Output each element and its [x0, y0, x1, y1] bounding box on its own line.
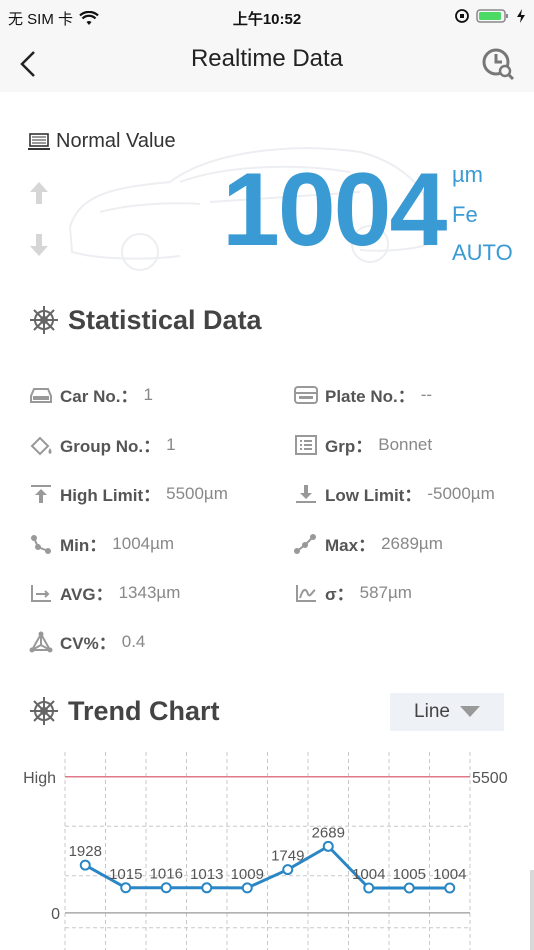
history-button[interactable] — [480, 46, 516, 82]
sigma-label: σ： — [325, 585, 354, 604]
grp-value: Bonnet — [378, 434, 433, 454]
data-point — [160, 882, 172, 894]
trend-header: Trend Chart — [28, 695, 220, 727]
high-limit-label: High Limit： — [60, 486, 161, 505]
car-icon — [30, 387, 52, 403]
data-label: 1004 — [352, 866, 385, 883]
reading-value: 1004 — [222, 152, 447, 268]
data-point — [322, 840, 334, 852]
data-label: 1004 — [433, 866, 466, 883]
group-no-label: Group No.： — [60, 437, 161, 456]
history-search-icon — [482, 48, 515, 81]
min-label: Min： — [60, 536, 107, 555]
data-label: 1013 — [190, 866, 223, 883]
normal-value-header: Normal Value — [28, 130, 176, 153]
stat-group-no: Group No.： 1 — [28, 432, 176, 457]
data-point — [282, 864, 294, 876]
chart-type-selected: Line — [414, 701, 450, 722]
reading-unit: µm — [452, 162, 484, 187]
low-limit-label: Low Limit： — [325, 486, 422, 505]
avg-icon — [31, 584, 51, 602]
data-label: 1749 — [271, 848, 304, 865]
low-limit-icon — [296, 484, 316, 503]
caret-down-icon — [459, 706, 480, 717]
car-no-label: Car No.： — [60, 387, 138, 406]
y-tick-label-zero: 0 — [51, 906, 60, 923]
stat-cv: CV%： 0.4 — [28, 629, 145, 654]
max-label: Max： — [325, 536, 376, 555]
avg-label: AVG： — [60, 585, 113, 604]
data-point — [120, 882, 132, 894]
y-tick-label-high: High — [23, 770, 56, 787]
data-point — [79, 859, 91, 871]
min-icon — [31, 534, 51, 554]
data-label: 1015 — [109, 866, 142, 883]
page-title: Realtime Data — [190, 45, 344, 72]
stat-grp: Grp： Bonnet — [293, 432, 432, 457]
data-point — [201, 882, 213, 894]
stat-min: Min： 1004µm — [28, 531, 174, 556]
network-icon — [29, 631, 53, 652]
arrow-up-icon[interactable] — [28, 180, 50, 206]
high-limit-icon — [31, 484, 51, 503]
sigma-value: 587µm — [359, 582, 412, 602]
high-limit-value: 5500µm — [166, 483, 228, 503]
plate-no-value: -- — [420, 384, 433, 404]
helm-icon — [30, 697, 58, 725]
data-label: 1928 — [69, 843, 102, 860]
stat-sigma: σ： 587µm — [293, 580, 412, 605]
list-icon — [295, 434, 317, 455]
high-limit-value-label: 5500 — [472, 770, 508, 787]
data-label: 2689 — [312, 824, 345, 841]
data-point — [403, 882, 415, 894]
low-limit-value: -5000µm — [427, 483, 495, 503]
trend-chart: High 0 5500 1928 1015 1016 1013 1009 1749 2689 100… — [23, 752, 508, 950]
reading-material: Fe — [452, 202, 478, 227]
trend-title: Trend Chart — [68, 695, 220, 726]
status-bar: 无 SIM 卡 上午10:52 — [0, 0, 534, 36]
data-label: 1005 — [393, 866, 426, 883]
stat-high-limit: High Limit： 5500µm — [28, 481, 228, 506]
charging-icon — [517, 9, 525, 23]
normal-value-label: Normal Value — [56, 130, 176, 152]
orientation-lock-icon — [455, 9, 469, 23]
car-no-value: 1 — [143, 384, 153, 404]
plate-icon — [294, 385, 318, 404]
scrollbar[interactable] — [530, 870, 534, 950]
arrow-down-icon[interactable] — [28, 232, 50, 258]
statistics-header: Statistical Data — [28, 304, 262, 336]
stat-avg: AVG： 1343µm — [28, 580, 180, 605]
battery-icon — [476, 9, 508, 23]
cv-label: CV%： — [60, 634, 116, 653]
cv-value: 0.4 — [121, 631, 146, 651]
avg-value: 1343µm — [118, 582, 181, 602]
group-no-value: 1 — [166, 434, 176, 454]
stat-car-no: Car No.： 1 — [28, 382, 153, 407]
stat-low-limit: Low Limit： -5000µm — [293, 481, 495, 506]
data-point — [241, 882, 253, 894]
data-point — [444, 882, 456, 894]
reading-mode: AUTO — [452, 240, 513, 265]
plate-no-label: Plate No.： — [325, 387, 415, 406]
content-area: Normal Value 1004 µm Fe AUTO Statistical… — [0, 92, 534, 950]
data-label: 1016 — [150, 866, 183, 883]
max-icon — [294, 533, 316, 554]
max-value: 2689µm — [381, 533, 443, 553]
data-point — [363, 882, 375, 894]
paint-bucket-icon — [30, 436, 52, 455]
sigma-chart-icon — [296, 584, 316, 602]
stat-max: Max： 2689µm — [293, 531, 443, 556]
data-label: 1009 — [231, 866, 264, 883]
grp-label: Grp： — [325, 437, 373, 456]
min-value: 1004µm — [112, 533, 175, 553]
status-right — [454, 8, 526, 24]
nav-bar: Realtime Data — [0, 36, 534, 92]
chart-type-dropdown[interactable]: Line — [390, 693, 504, 731]
stat-plate-no: Plate No.： -- — [293, 382, 432, 407]
statistics-title: Statistical Data — [68, 304, 262, 335]
helm-icon — [30, 306, 58, 334]
laptop-icon — [28, 132, 50, 150]
